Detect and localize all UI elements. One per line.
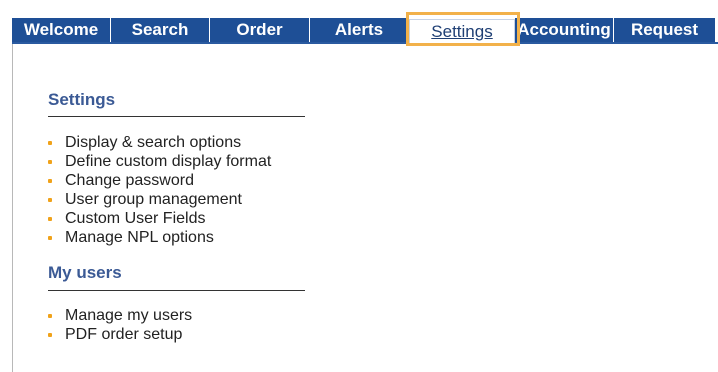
orange-bullet-icon	[48, 160, 52, 164]
display-search-options-label: Display & search options	[65, 134, 242, 151]
tab-welcome[interactable]: Welcome	[12, 18, 111, 42]
tab-accounting[interactable]: Accounting	[515, 18, 614, 42]
orange-bullet-icon	[48, 236, 52, 240]
my-users-section-divider	[48, 290, 305, 291]
tab-bar: Welcome Search Order Alerts Settings Acc…	[12, 18, 718, 44]
change-password-label: Change password	[65, 172, 194, 189]
settings-links-list: Display & search options Define custom d…	[48, 133, 271, 247]
change-password-link[interactable]: Change password	[48, 171, 271, 190]
tab-order[interactable]: Order	[210, 18, 310, 42]
my-users-section-title: My users	[48, 263, 122, 282]
user-group-management-link[interactable]: User group management	[48, 190, 271, 209]
orange-bullet-icon	[48, 179, 52, 183]
pdf-order-setup-link[interactable]: PDF order setup	[48, 325, 192, 344]
orange-bullet-icon	[48, 141, 52, 145]
settings-section-divider	[48, 116, 305, 117]
display-search-options-link[interactable]: Display & search options	[48, 133, 271, 152]
orange-bullet-icon	[48, 333, 52, 337]
user-group-management-label: User group management	[65, 191, 242, 208]
tab-alerts[interactable]: Alerts	[310, 18, 409, 42]
define-custom-display-format-label: Define custom display format	[65, 153, 272, 170]
tab-search[interactable]: Search	[111, 18, 210, 42]
manage-my-users-link[interactable]: Manage my users	[48, 306, 192, 325]
settings-page: Welcome Search Order Alerts Settings Acc…	[0, 0, 718, 372]
orange-bullet-icon	[48, 314, 52, 318]
pdf-order-setup-label: PDF order setup	[65, 326, 183, 343]
tab-request[interactable]: Request	[614, 18, 716, 42]
content-left-border	[12, 44, 13, 372]
custom-user-fields-label: Custom User Fields	[65, 210, 206, 227]
manage-my-users-label: Manage my users	[65, 307, 193, 324]
define-custom-display-format-link[interactable]: Define custom display format	[48, 152, 271, 171]
orange-bullet-icon	[48, 198, 52, 202]
tab-settings[interactable]: Settings	[409, 19, 515, 44]
my-users-links-list: Manage my users PDF order setup	[48, 306, 192, 344]
custom-user-fields-link[interactable]: Custom User Fields	[48, 209, 271, 228]
orange-bullet-icon	[48, 217, 52, 221]
manage-npl-options-link[interactable]: Manage NPL options	[48, 228, 271, 247]
manage-npl-options-label: Manage NPL options	[65, 229, 214, 246]
settings-section-title: Settings	[48, 90, 116, 109]
